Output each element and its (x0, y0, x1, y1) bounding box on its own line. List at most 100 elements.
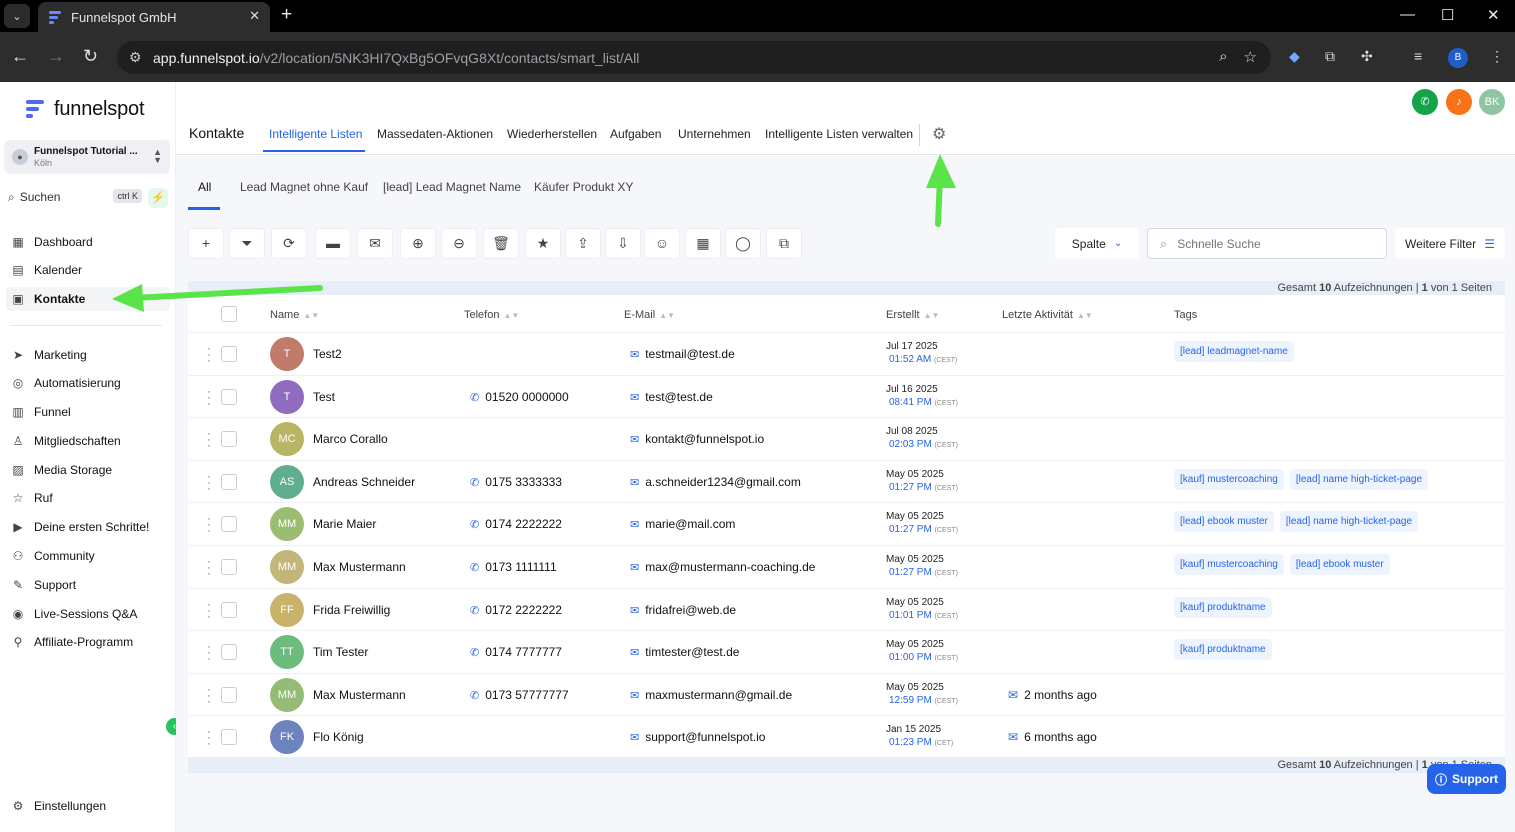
column-header-last-activity[interactable]: Letzte Aktivität ▲▼ (1002, 309, 1093, 321)
workflow-icon[interactable]: ⟳ (271, 228, 307, 259)
row-menu-icon[interactable]: · · · (206, 683, 212, 707)
table-row[interactable]: · · · T Test ✆ 01520 0000000 ✉ test@test.de Jul 1… (188, 374, 1505, 418)
sidebar-item-support[interactable]: ✎ Support (6, 573, 170, 597)
subtab-all[interactable]: All (198, 180, 211, 194)
sidebar-item-ruf[interactable]: ☆ Ruf (6, 486, 170, 510)
email-cell[interactable]: ✉ max@mustermann-coaching.de (630, 560, 815, 574)
quick-search-input[interactable] (1177, 236, 1358, 251)
subtab-lead-magnet-ohne-kauf[interactable]: Lead Magnet ohne Kauf (240, 180, 368, 194)
tab-smart-lists[interactable]: Intelligente Listen (269, 127, 362, 141)
row-menu-icon[interactable]: · · · (206, 427, 212, 451)
support-chat-button[interactable]: ⓘ Support (1427, 764, 1506, 794)
tab-search-button[interactable]: ⌄ (4, 4, 30, 28)
tab-manage-smart-lists[interactable]: Intelligente Listen verwalten (765, 127, 913, 141)
avatar[interactable]: TT (270, 635, 304, 670)
row-checkbox[interactable] (221, 473, 237, 490)
email-cell[interactable]: ✉ marie@mail.com (630, 517, 735, 531)
column-header-created[interactable]: Erstellt ▲▼ (886, 309, 939, 321)
email-cell[interactable]: ✉ testmail@test.de (630, 347, 735, 361)
table-row[interactable]: · · · MM Marie Maier ✆ 0174 2222222 ✉ marie@mail… (188, 502, 1505, 545)
phone-cell[interactable]: ✆ 0175 3333333 (470, 475, 562, 489)
email-cell[interactable]: ✉ maxmustermann@gmail.de (630, 688, 792, 702)
zoom-icon[interactable]: ⌕ (1219, 48, 1227, 66)
subtab-kaeufer-produkt[interactable]: Käufer Produkt XY (534, 180, 633, 194)
sidebar-item-media-storage[interactable]: ▨ Media Storage (6, 458, 170, 482)
email-cell[interactable]: ✉ a.schneider1234@gmail.com (630, 475, 801, 489)
contact-name[interactable]: Max Mustermann (313, 688, 406, 702)
row-checkbox[interactable] (221, 388, 237, 405)
avatar[interactable]: MM (270, 507, 304, 542)
tag-badge[interactable]: [lead] name high-ticket-page (1279, 511, 1419, 533)
account-switcher[interactable]: ● Funnelspot Tutorial ... Köln ▲ ▼ (4, 140, 170, 174)
avatar[interactable]: FF (270, 592, 304, 627)
row-checkbox[interactable] (221, 644, 237, 661)
delete-icon[interactable]: 🗑 (483, 228, 519, 259)
row-menu-icon[interactable]: · · · (206, 598, 212, 622)
sidebar-item-automatisierung[interactable]: ◎ Automatisierung (6, 371, 170, 395)
table-row[interactable]: · · · TT Tim Tester ✆ 0174 7777777 ✉ timtester@t… (188, 630, 1505, 673)
contact-name[interactable]: Test (313, 390, 335, 404)
contact-name[interactable]: Max Mustermann (313, 560, 406, 574)
table-row[interactable]: · · · MM Max Mustermann ✆ 0173 1111111 ✉ max@mus… (188, 545, 1505, 588)
merge-icon[interactable]: ⧉ (766, 228, 802, 259)
table-row[interactable]: · · · MC Marco Corallo ✉ kontakt@funnelspot.io… (188, 417, 1505, 460)
avatar[interactable]: FK (270, 720, 304, 755)
close-window-icon[interactable]: ✕ (1487, 6, 1500, 24)
add-contact-icon[interactable]: + (188, 228, 224, 259)
table-row[interactable]: · · · FK Flo König ✉ support@funnelspot.io Jan … (188, 715, 1505, 758)
column-header-phone[interactable]: Telefon ▲▼ (464, 309, 519, 321)
review-request-icon[interactable]: ☺ (644, 228, 680, 259)
email-icon[interactable]: ✉ (357, 228, 393, 259)
tab-companies[interactable]: Unternehmen (678, 127, 751, 141)
avatar[interactable]: AS (270, 464, 304, 499)
table-row[interactable]: · · · FF Frida Freiwillig ✆ 0172 2222222 ✉ frida… (188, 587, 1505, 631)
contact-name[interactable]: Flo König (313, 730, 364, 744)
row-checkbox[interactable] (221, 601, 237, 618)
row-checkbox[interactable] (221, 729, 237, 746)
sidebar-item-mitgliedschaften[interactable]: ♙ Mitgliedschaften (6, 429, 170, 453)
remove-tag-icon[interactable]: ⊖ (441, 228, 477, 259)
profile-avatar[interactable]: B (1448, 48, 1468, 68)
row-menu-icon[interactable]: · · · (206, 640, 212, 664)
tag-badge[interactable]: [kauf] produktname (1174, 639, 1272, 661)
more-filters-button[interactable]: Weitere Filter ☰ (1395, 228, 1505, 259)
tag-badge[interactable]: [lead] name high-ticket-page (1289, 468, 1429, 490)
avatar[interactable]: T (270, 337, 304, 371)
tab-bulk-actions[interactable]: Massedaten-Aktionen (377, 127, 493, 141)
email-cell[interactable]: ✉ timtester@test.de (630, 645, 739, 659)
settings-gear-icon[interactable]: ⚙ (932, 124, 946, 144)
row-menu-icon[interactable]: · · · (206, 725, 212, 749)
row-checkbox[interactable] (221, 516, 237, 533)
row-menu-icon[interactable]: · · · (206, 385, 212, 409)
maximize-icon[interactable]: ☐ (1441, 6, 1454, 24)
column-header-email[interactable]: E-Mail ▲▼ (624, 309, 675, 321)
tab-tasks[interactable]: Aufgaben (610, 127, 661, 141)
sidebar-search[interactable]: ⌕ Suchen ctrl K (4, 186, 142, 208)
sidebar-item-affiliate-programm[interactable]: ⚲ Affiliate-Programm (6, 630, 170, 654)
email-cell[interactable]: ✉ support@funnelspot.io (630, 730, 765, 744)
row-menu-icon[interactable]: · · · (206, 555, 212, 579)
email-cell[interactable]: ✉ fridafrei@web.de (630, 603, 736, 617)
contact-name[interactable]: Test2 (313, 347, 342, 361)
phone-cell[interactable]: ✆ 01520 0000000 (470, 390, 569, 404)
row-menu-icon[interactable]: · · · (206, 342, 212, 366)
table-row[interactable]: · · · AS Andreas Schneider ✆ 0175 3333333 ✉ a.sc… (188, 459, 1505, 503)
phone-cell[interactable]: ✆ 0174 7777777 (470, 645, 562, 659)
avatar[interactable]: MM (270, 550, 304, 584)
tab-restore[interactable]: Wiederherstellen (507, 127, 597, 141)
tag-badge[interactable]: [lead] ebook muster (1289, 554, 1390, 575)
sidebar-item-live-sessions-q-a[interactable]: ◉ Live-Sessions Q&A (6, 602, 170, 626)
email-cell[interactable]: ✉ test@test.de (630, 390, 713, 404)
browser-tab[interactable]: Funnelspot GmbH ✕ (38, 2, 270, 32)
phone-cell[interactable]: ✆ 0174 2222222 (470, 517, 562, 531)
subtab-lead-magnet-name[interactable]: [lead] Lead Magnet Name (383, 180, 521, 194)
media-control-icon[interactable]: ≡ (1414, 48, 1422, 64)
contact-name[interactable]: Marco Corallo (313, 432, 388, 446)
reload-icon[interactable]: ↻ (83, 46, 98, 66)
address-bar[interactable]: ⚙ app.funnelspot.io/v2/location/5NK3HI7Q… (117, 41, 1271, 74)
sidebar-item-settings[interactable]: ⚙ Einstellungen (6, 794, 170, 818)
table-row[interactable]: · · · T Test2 ✉ testmail@test.de Jul 17 2025 01:… (188, 332, 1505, 375)
extension-vpn-icon[interactable]: ◆ (1289, 48, 1300, 65)
browser-menu-icon[interactable]: ⋮ (1490, 48, 1504, 65)
add-tag-icon[interactable]: ⊕ (400, 228, 436, 259)
